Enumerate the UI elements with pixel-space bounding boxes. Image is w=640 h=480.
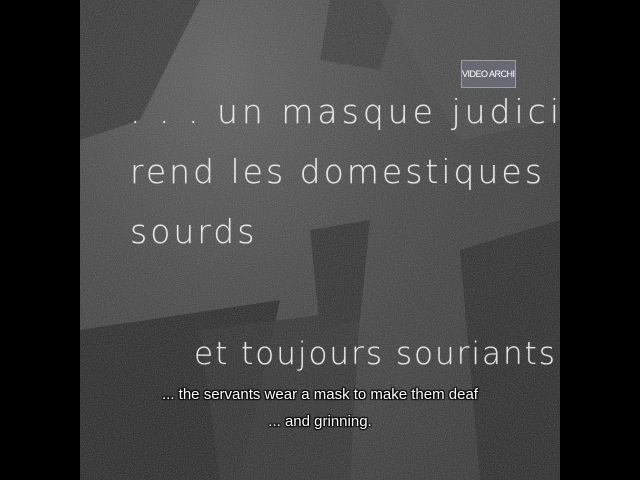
intertitle-line-2: rend les domestiques [130, 152, 545, 191]
film-frame: VIDEO ARCHIVE . . . un masque judicieux … [80, 0, 560, 480]
subtitle-line-2: ... and grinning. [268, 413, 372, 430]
right-letterbox-bar [560, 0, 640, 480]
intertitle-line-4: et toujours souriants [194, 336, 557, 372]
intertitle-line-3: sourds [130, 212, 258, 251]
left-letterbox-bar [0, 0, 80, 480]
video-archive-watermark: VIDEO ARCHIVE [461, 60, 516, 88]
subtitle-line-1: ... the servants wear a mask to make the… [162, 386, 478, 403]
intertitle-line-1: . . . un masque judicieux [130, 92, 560, 131]
